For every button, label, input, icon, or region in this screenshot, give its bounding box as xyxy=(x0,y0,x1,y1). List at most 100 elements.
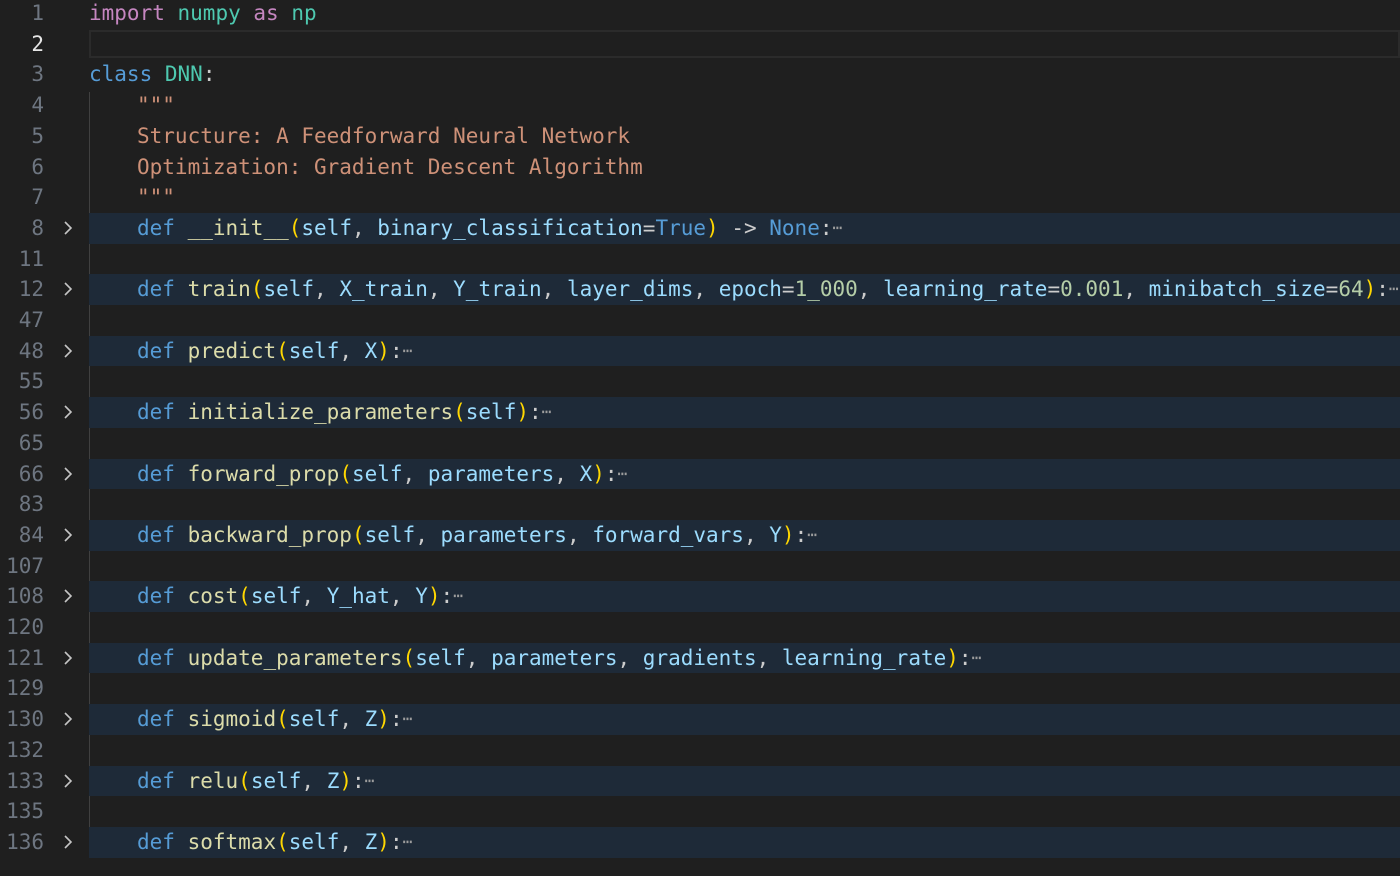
code-line[interactable]: 3 class DNN: xyxy=(0,59,1400,90)
close-paren: ) xyxy=(339,768,353,793)
def-keyword: def xyxy=(137,522,175,547)
code-line[interactable]: 56 def initialize_parameters(self):⋯ xyxy=(0,397,1400,428)
function-name: __init__ xyxy=(187,215,289,240)
code-text: def __init__(self, binary_classification… xyxy=(137,213,1400,244)
code-text: def softmax(self, Z):⋯ xyxy=(137,827,1400,858)
comma: , xyxy=(566,522,593,547)
line-number: 2 xyxy=(31,31,44,56)
code-line[interactable]: 136 def softmax(self, Z):⋯ xyxy=(0,826,1400,858)
fold-chevron-icon[interactable] xyxy=(60,466,76,482)
code-line[interactable]: 47 xyxy=(0,305,1400,336)
def-keyword: def xyxy=(137,277,175,302)
default-value: True xyxy=(655,215,707,240)
code-line[interactable]: 65 xyxy=(0,428,1400,459)
parameter-name: parameters xyxy=(491,645,618,670)
parameter-name: self xyxy=(351,461,403,486)
code-line[interactable]: 107 xyxy=(0,551,1400,582)
def-keyword: def xyxy=(137,645,175,670)
fold-chevron-icon[interactable] xyxy=(60,281,76,297)
code-line[interactable]: 1 import numpy as np xyxy=(0,0,1400,29)
colon: : xyxy=(604,461,618,486)
fold-chevron-icon[interactable] xyxy=(60,220,76,236)
comma: , xyxy=(1123,277,1149,302)
comma: , xyxy=(339,707,365,732)
fold-chevron-icon[interactable] xyxy=(60,527,76,543)
close-paren: ) xyxy=(516,400,529,425)
parameter-name: gradients xyxy=(642,645,757,670)
code-line[interactable]: 5 Structure: A Feedforward Neural Network xyxy=(0,121,1400,152)
parameter-name: self xyxy=(288,707,340,732)
line-number: 135 xyxy=(6,799,44,824)
code-line[interactable]: 8 def __init__(self, binary_classificatio… xyxy=(0,212,1400,244)
import-keyword: import xyxy=(89,1,165,25)
fold-chevron-icon[interactable] xyxy=(60,343,76,359)
docstring-text: """ xyxy=(137,185,175,210)
code-line[interactable]: 48 def predict(self, X):⋯ xyxy=(0,335,1400,367)
code-line[interactable]: 83 xyxy=(0,489,1400,520)
code-line[interactable]: 66 def forward_prop(self, parameters, X):… xyxy=(0,458,1400,490)
line-number: 132 xyxy=(6,737,44,762)
def-keyword: def xyxy=(137,215,175,240)
comma: , xyxy=(351,215,378,240)
colon: : xyxy=(389,707,403,732)
line-number: 56 xyxy=(18,400,44,425)
code-line[interactable]: 121 def update_parameters(self, parameter… xyxy=(0,642,1400,674)
parameter-name: X xyxy=(364,338,378,363)
code-line[interactable]: 55 xyxy=(0,366,1400,397)
fold-chevron-icon[interactable] xyxy=(60,650,76,666)
line-number: 107 xyxy=(6,553,44,578)
open-paren: ( xyxy=(339,461,352,486)
code-line[interactable]: 11 xyxy=(0,244,1400,275)
parameter-name: self xyxy=(250,768,302,793)
line-number: 121 xyxy=(6,645,44,670)
fold-chevron-icon[interactable] xyxy=(60,404,76,420)
comma: , xyxy=(314,277,340,302)
code-line[interactable]: 2 xyxy=(0,29,1400,60)
close-paren: ) xyxy=(592,461,605,486)
parameter-name: self xyxy=(364,522,416,547)
close-paren: ) xyxy=(946,645,959,670)
fold-chevron-icon[interactable] xyxy=(60,834,76,850)
open-paren: ( xyxy=(288,215,302,240)
colon: : xyxy=(819,215,833,240)
folded-ellipsis-icon: ⋯ xyxy=(402,831,413,851)
close-paren: ) xyxy=(377,338,390,363)
fold-chevron-icon[interactable] xyxy=(60,711,76,727)
comma: , xyxy=(541,277,567,302)
code-line[interactable]: 7 """ xyxy=(0,182,1400,213)
line-number: 5 xyxy=(31,123,44,148)
fold-chevron-icon[interactable] xyxy=(60,773,76,789)
code-line[interactable]: 6 Optimization: Gradient Descent Algorith… xyxy=(0,152,1400,183)
code-line[interactable]: 132 xyxy=(0,735,1400,766)
code-text: import numpy as np xyxy=(89,0,1400,29)
line-number: 55 xyxy=(18,369,44,394)
current-line-highlight xyxy=(89,29,1400,59)
line-number: 3 xyxy=(31,62,44,87)
parameter-name: learning_rate xyxy=(781,645,947,670)
line-number: 108 xyxy=(6,584,44,609)
code-line[interactable]: 129 xyxy=(0,673,1400,704)
code-line[interactable]: 12 def train(self, X_train, Y_train, laye… xyxy=(0,274,1400,305)
function-name: update_parameters xyxy=(187,645,403,670)
return-arrow: -> xyxy=(718,215,770,240)
code-text: Structure: A Feedforward Neural Network xyxy=(137,121,1400,152)
fold-chevron-icon[interactable] xyxy=(60,588,76,604)
code-line[interactable]: 130 def sigmoid(self, Z):⋯ xyxy=(0,704,1400,735)
code-line[interactable]: 108 def cost(self, Y_hat, Y):⋯ xyxy=(0,581,1400,612)
equals: = xyxy=(642,215,656,240)
function-name: backward_prop xyxy=(187,522,352,547)
as-keyword: as xyxy=(253,1,279,25)
code-editor[interactable]: 1 import numpy as np 2 3 class DNN: 4 """ 5 Stru… xyxy=(0,0,1400,876)
parameter-name: Z xyxy=(326,768,340,793)
code-text: def initialize_parameters(self):⋯ xyxy=(137,397,1400,428)
code-line[interactable]: 120 xyxy=(0,612,1400,643)
open-paren: ( xyxy=(276,338,289,363)
comma: , xyxy=(427,277,454,302)
function-name: forward_prop xyxy=(187,461,340,486)
code-line[interactable]: 4 """ xyxy=(0,90,1400,121)
code-line[interactable]: 135 xyxy=(0,796,1400,827)
comma: , xyxy=(339,338,365,363)
code-line[interactable]: 133 def relu(self, Z):⋯ xyxy=(0,765,1400,797)
code-text: Optimization: Gradient Descent Algorithm xyxy=(137,152,1400,183)
code-line[interactable]: 84 def backward_prop(self, parameters, fo… xyxy=(0,519,1400,551)
